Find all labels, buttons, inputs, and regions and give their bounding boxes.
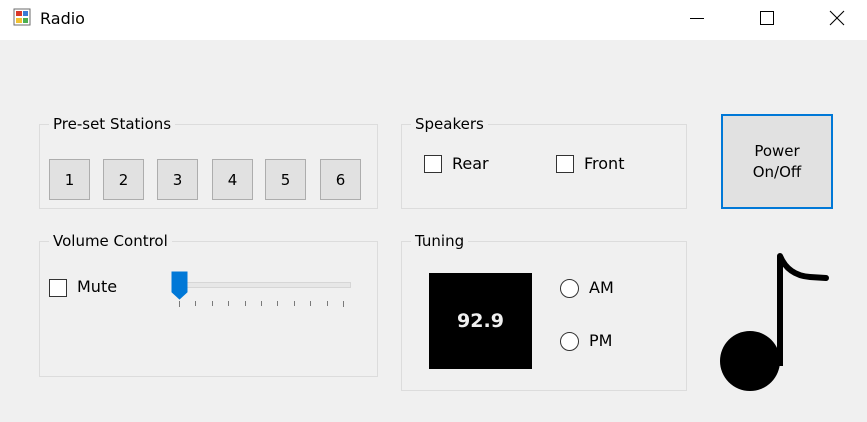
mute-label[interactable]: Mute	[77, 277, 117, 297]
tuning-group-title: Tuning	[411, 231, 469, 251]
preset-button-5[interactable]: 5	[265, 159, 306, 200]
power-label-line1: Power	[754, 141, 800, 160]
front-checkbox[interactable]	[556, 155, 574, 173]
music-note-icon	[720, 253, 829, 391]
volume-tick	[195, 301, 196, 306]
volume-tick	[294, 301, 295, 306]
preset-button-2[interactable]: 2	[103, 159, 144, 200]
power-button[interactable]: Power On/Off	[721, 114, 833, 209]
rear-label[interactable]: Rear	[452, 154, 489, 174]
maximize-icon	[760, 11, 774, 25]
maximize-button[interactable]	[744, 0, 790, 36]
volume-tick	[179, 301, 180, 307]
volume-tick	[310, 301, 311, 306]
am-label[interactable]: AM	[589, 278, 614, 298]
close-button[interactable]	[814, 0, 860, 36]
power-button-text: Power On/Off	[753, 141, 802, 183]
minimize-button[interactable]	[674, 0, 720, 36]
preset-button-1[interactable]: 1	[49, 159, 90, 200]
volume-tick	[261, 301, 262, 306]
speakers-group-title: Speakers	[411, 114, 488, 134]
preset-button-6[interactable]: 6	[320, 159, 361, 200]
front-label[interactable]: Front	[584, 154, 624, 174]
volume-tick	[228, 301, 229, 306]
app-icon	[13, 8, 31, 26]
minimize-icon	[690, 18, 704, 19]
volume-slider-thumb[interactable]	[171, 271, 188, 301]
preset-button-3[interactable]: 3	[157, 159, 198, 200]
window-title: Radio	[40, 9, 85, 28]
title-bar: Radio	[0, 0, 867, 40]
preset-button-4[interactable]: 4	[212, 159, 253, 200]
frequency-display: 92.9	[429, 273, 532, 369]
volume-tick	[212, 301, 213, 306]
close-icon	[829, 10, 845, 26]
volume-tick	[343, 301, 344, 307]
speakers-group: Speakers	[401, 114, 687, 209]
volume-slider-track[interactable]	[172, 282, 351, 288]
presets-group-title: Pre-set Stations	[49, 114, 176, 134]
rear-checkbox[interactable]	[424, 155, 442, 173]
pm-label[interactable]: PM	[589, 331, 612, 351]
volume-tick	[245, 301, 246, 306]
volume-tick	[277, 301, 278, 306]
mute-checkbox[interactable]	[49, 279, 67, 297]
volume-group: Volume Control	[39, 231, 378, 377]
pm-radio[interactable]	[560, 332, 579, 351]
volume-tick	[327, 301, 328, 306]
volume-group-title: Volume Control	[49, 231, 172, 251]
power-label-line2: On/Off	[752, 162, 802, 181]
am-radio[interactable]	[560, 279, 579, 298]
